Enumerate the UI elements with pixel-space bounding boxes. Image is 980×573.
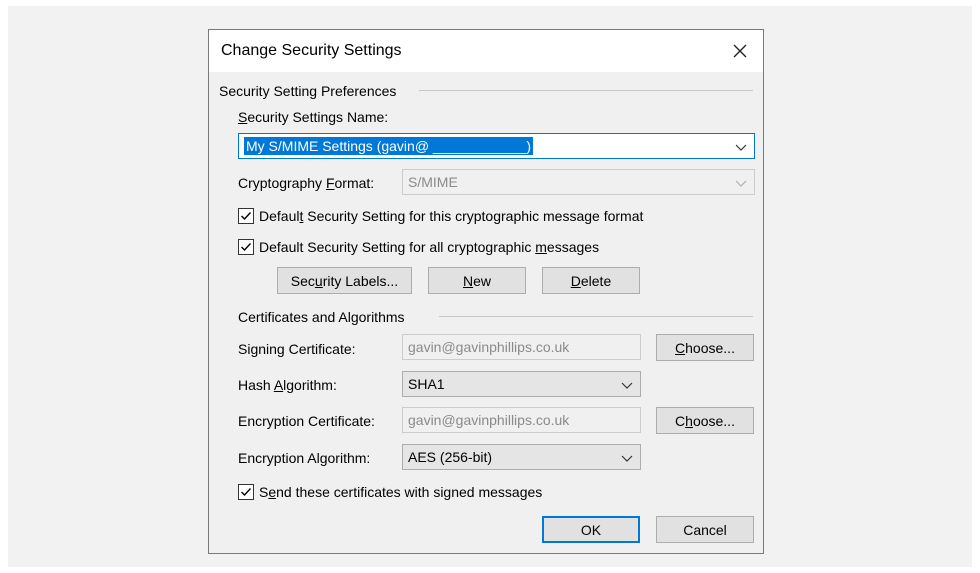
default-all-checkbox[interactable] <box>238 239 254 255</box>
settings-name-label-text: ecurity Settings Name: <box>247 109 389 125</box>
hash-algorithm-value: SHA1 <box>408 376 445 392</box>
certificates-group-line <box>439 316 753 317</box>
chevron-down-icon <box>735 144 747 151</box>
encryption-cert-label: Encryption Certificate: <box>238 413 375 429</box>
choose-signing-cert-button[interactable]: Choose... <box>656 334 754 361</box>
checkmark-icon <box>241 243 252 252</box>
title-bar: Change Security Settings <box>209 30 763 72</box>
chevron-down-icon <box>621 455 633 462</box>
hash-algorithm-combobox[interactable]: SHA1 <box>402 371 641 397</box>
signing-cert-field[interactable]: gavin@gavinphillips.co.uk <box>402 334 641 360</box>
preferences-group-line <box>419 90 753 91</box>
settings-name-value: My S/MIME Settings (gavin@ ____________) <box>244 137 534 155</box>
send-certs-label: Send these certificates with signed mess… <box>259 484 543 500</box>
crypto-format-label: Cryptography Format: <box>238 175 375 191</box>
send-certs-checkbox[interactable] <box>238 484 254 500</box>
encryption-algorithm-combobox[interactable]: AES (256-bit) <box>402 444 641 470</box>
checkmark-icon <box>241 212 252 221</box>
encryption-algorithm-label: Encryption Algorithm: <box>238 450 371 466</box>
cancel-button[interactable]: Cancel <box>656 516 754 543</box>
encryption-cert-value: gavin@gavinphillips.co.uk <box>408 412 570 428</box>
crypto-format-combobox[interactable]: S/MIME <box>402 169 755 195</box>
settings-name-combobox[interactable]: My S/MIME Settings (gavin@ ____________) <box>238 133 755 159</box>
chevron-down-icon <box>621 382 633 389</box>
close-button[interactable] <box>725 36 755 66</box>
security-labels-button[interactable]: Sec u rity Labels... <box>277 267 412 294</box>
delete-button[interactable]: Delete <box>542 267 640 294</box>
settings-name-label: Security Settings Name: <box>238 109 389 125</box>
checkmark-icon <box>241 488 252 497</box>
default-format-label: Default Security Setting for this crypto… <box>259 208 644 224</box>
chevron-down-icon <box>735 180 747 187</box>
signing-cert-label: Signing Certificate: <box>238 341 356 357</box>
encryption-cert-field[interactable]: gavin@gavinphillips.co.uk <box>402 407 641 433</box>
dialog-title: Change Security Settings <box>221 42 402 59</box>
crypto-format-value: S/MIME <box>408 174 458 190</box>
default-all-label: Default Security Setting for all cryptog… <box>259 239 600 255</box>
choose-encryption-cert-button[interactable]: Ch oose... <box>656 407 754 434</box>
default-format-checkbox[interactable] <box>238 208 254 224</box>
ok-button[interactable]: OK <box>542 516 640 543</box>
close-icon <box>733 44 747 58</box>
signing-cert-value: gavin@gavinphillips.co.uk <box>408 339 570 355</box>
new-button[interactable]: New <box>428 267 526 294</box>
preferences-group-title: Security Setting Preferences <box>219 83 397 99</box>
encryption-algorithm-value: AES (256-bit) <box>408 449 493 465</box>
change-security-settings-dialog: Change Security Settings Security Settin… <box>208 29 764 554</box>
certificates-group-title: Certificates and Algorithms <box>238 309 405 325</box>
hash-algorithm-label: Hash Algorithm: <box>238 377 337 393</box>
